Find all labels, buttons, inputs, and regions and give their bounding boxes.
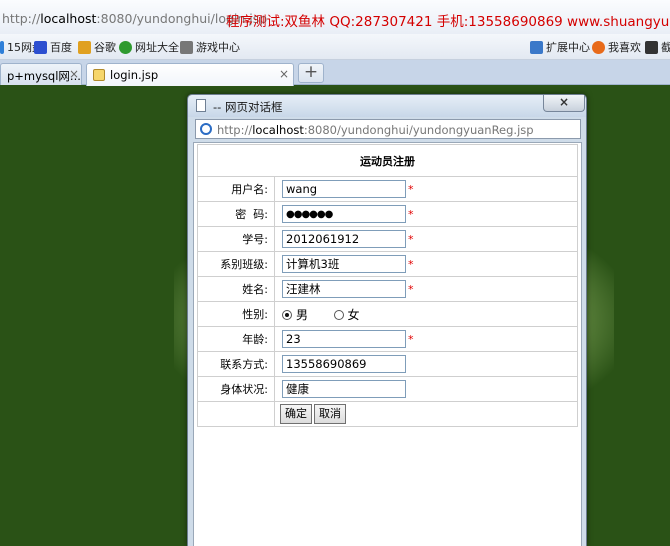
bookmark-extensions[interactable]: 扩展中心 [530,39,590,55]
tab-previous[interactable]: p+mysql网... × [0,63,82,85]
age-label: 年龄: [197,326,275,352]
dialog-close-button[interactable]: × [543,95,585,112]
dialog-url: http://localhost:8080/yundonghui/yundong… [217,123,534,137]
required-mark: * [408,282,414,296]
paw-icon [34,40,47,54]
gamepad-icon [180,40,193,54]
username-label: 用户名: [197,176,275,202]
username-input[interactable]: wang [282,180,406,198]
class-label: 系别班级: [197,251,275,277]
gender-female-option[interactable]: 女 [333,306,360,323]
heart-icon [592,40,605,54]
bookmark-games[interactable]: 游戏中心 [180,39,240,55]
bookmark-screenshot[interactable]: 截 [645,39,670,55]
required-mark: * [408,257,414,271]
age-input[interactable]: 23 [282,330,406,348]
form-row-buttons: 确定 取消 [197,401,578,427]
extension-icon [530,40,543,54]
scissors-icon [645,40,658,54]
page-title-note: 程序测试:双鱼林 QQ:287307421 手机:13558690869 www… [226,14,670,30]
form-row-gender: 性别: 男 女 [197,301,578,327]
google-icon [78,40,91,54]
bookmark-baidu[interactable]: 百度 [34,39,72,55]
form-title: 运动员注册 [197,144,578,177]
cancel-button[interactable]: 取消 [314,404,346,424]
required-mark: * [408,332,414,346]
dialog-titlebar[interactable]: -- 网页对话框 × [188,95,586,117]
class-input[interactable]: 计算机3班 [282,255,406,273]
gender-label: 性别: [197,301,275,327]
globe-icon [119,40,132,54]
page-icon [93,69,105,81]
form-row-password: 密 码: ●●●●●● * [197,201,578,227]
name-label: 姓名: [197,276,275,302]
name-input[interactable]: 汪建林 [282,280,406,298]
required-mark: * [408,182,414,196]
confirm-button[interactable]: 确定 [280,404,312,424]
address-bar[interactable]: http://localhost:8080/yundonghui/login.j… [0,0,670,34]
required-mark: * [408,207,414,221]
form-row-phone: 联系方式: 13558690869 [197,351,578,377]
web-dialog: -- 网页对话框 × http://localhost:8080/yundong… [187,94,587,546]
radio-female[interactable] [333,309,344,320]
form-row-username: 用户名: wang * [197,176,578,202]
required-mark: * [408,232,414,246]
radio-male[interactable] [282,309,292,320]
health-input[interactable]: 健康 [282,380,406,398]
student-no-label: 学号: [197,226,275,252]
bookmark-google[interactable]: 谷歌 [78,39,116,55]
form-row-age: 年龄: 23 * [197,326,578,352]
dialog-title: -- 网页对话框 [213,100,283,114]
health-label: 身体状况: [197,376,275,402]
registration-form: 运动员注册 用户名: wang * 密 码: ●●●●●● * 学号: 201206… [197,144,578,427]
phone-input[interactable]: 13558690869 [282,355,406,373]
phone-label: 联系方式: [197,351,275,377]
close-icon[interactable]: × [279,67,289,81]
form-row-student-no: 学号: 2012061912 * [197,226,578,252]
close-icon[interactable]: × [69,67,79,81]
dialog-url-bar: http://localhost:8080/yundonghui/yundong… [195,119,581,139]
bookmark-hao123[interactable]: 网址大全 [119,39,179,55]
form-row-class: 系别班级: 计算机3班 * [197,251,578,277]
tab-login[interactable]: login.jsp × [86,63,294,86]
form-row-health: 身体状况: 健康 [197,376,578,402]
gender-male-option[interactable]: 男 [282,306,308,323]
document-icon [196,99,206,112]
form-row-name: 姓名: 汪建林 * [197,276,578,302]
password-label: 密 码: [197,201,275,227]
bookmark-favorites[interactable]: 我喜欢 [592,39,641,55]
bookmarks-bar: 15网盘 百度 谷歌 网址大全 游戏中心 扩展中心 我喜欢 截 [0,34,670,60]
student-no-input[interactable]: 2012061912 [282,230,406,248]
cloud-icon [0,40,4,54]
new-tab-button[interactable]: + [298,63,324,83]
dialog-content: 运动员注册 用户名: wang * 密 码: ●●●●●● * 学号: 201206… [193,142,582,546]
password-input[interactable]: ●●●●●● [282,205,406,223]
ie-icon [200,123,212,135]
tab-strip: p+mysql网... × login.jsp × + [0,60,670,86]
